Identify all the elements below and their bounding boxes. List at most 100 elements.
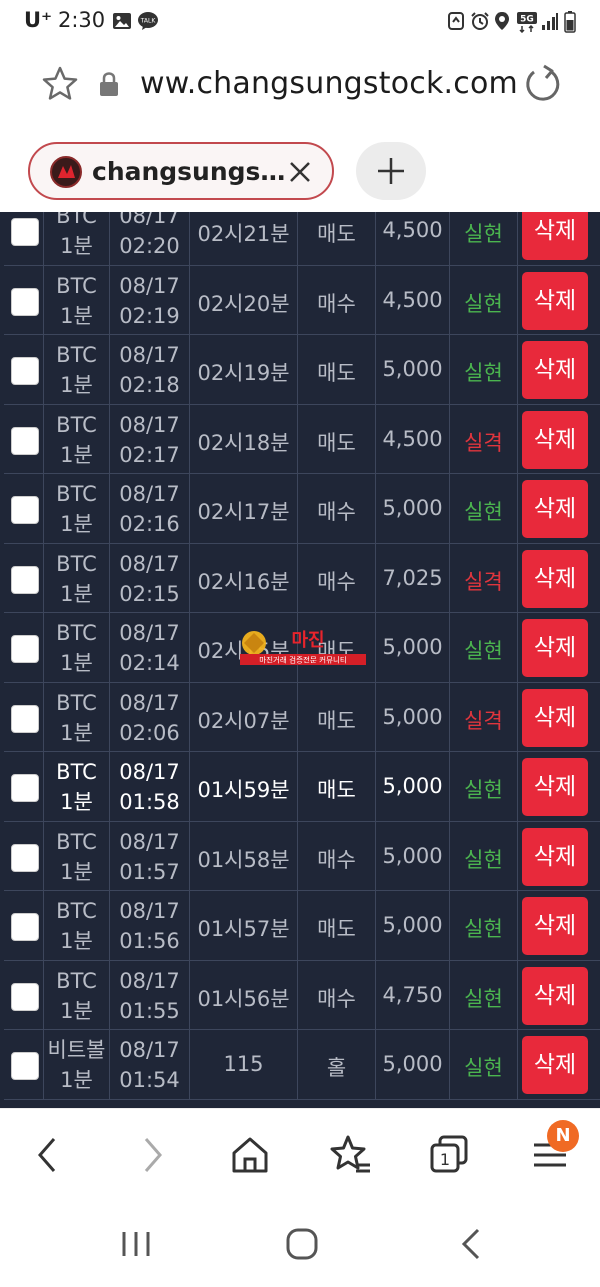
row-checkbox[interactable] xyxy=(11,496,39,524)
amount-value: 5,000 xyxy=(382,635,443,659)
bookmarks-icon[interactable] xyxy=(326,1131,374,1179)
svg-text:마진거래 검증전문 커뮤니티: 마진거래 검증전문 커뮤니티 xyxy=(259,655,347,665)
amount-cell: 4,500 xyxy=(376,265,450,335)
row-checkbox[interactable] xyxy=(11,913,39,941)
battery-icon xyxy=(564,11,576,33)
row-checkbox[interactable] xyxy=(11,843,39,872)
position-cell: 매수 xyxy=(298,543,376,613)
table-row: BTC 1분 08/17 02:19 02시20분 매수 4,500 실현 삭제 xyxy=(4,265,600,335)
result-label: 실현 xyxy=(464,986,503,1011)
amount-cell: 5,000 xyxy=(376,821,450,891)
delete-button[interactable]: 삭제 xyxy=(522,897,588,955)
position-label: 매도 xyxy=(317,222,356,246)
round-cell: 115 xyxy=(190,1030,298,1099)
table-row: BTC 1분 08/17 02:16 02시17분 매수 5,000 실현 삭제 xyxy=(4,474,600,544)
result-label: 실현 xyxy=(464,291,503,316)
coin-interval: 1분 xyxy=(60,512,93,536)
tabs-icon[interactable]: 1 xyxy=(426,1131,474,1179)
result-label: 실현 xyxy=(464,917,503,941)
delete-cell: 삭제 xyxy=(518,266,600,335)
delete-button[interactable]: 삭제 xyxy=(522,480,588,538)
delete-button[interactable]: 삭제 xyxy=(522,549,588,608)
history-table-area[interactable]: BTC 1분 08/17 02:20 02시21분 매도 4,500 실현 삭제 BTC 1분 08/… xyxy=(0,212,600,1108)
delete-button[interactable]: 삭제 xyxy=(522,410,588,469)
result-cell: 실현 xyxy=(450,212,518,265)
result-label: 실격 xyxy=(464,708,503,733)
amount-value: 5,000 xyxy=(382,843,443,868)
round-label: 02시16분 xyxy=(197,569,290,594)
position-cell: 매수 xyxy=(298,265,376,335)
url-text[interactable]: ww.changsungstock.com xyxy=(140,66,518,101)
delete-button[interactable]: 삭제 xyxy=(522,271,588,330)
coin-name: BTC xyxy=(56,273,97,298)
round-label: 02시07분 xyxy=(197,708,290,733)
position-cell: 매도 xyxy=(298,335,376,404)
coin-name: BTC xyxy=(56,621,97,645)
coin-interval: 1분 xyxy=(60,998,93,1023)
delete-button[interactable]: 삭제 xyxy=(522,827,588,886)
amount-value: 4,750 xyxy=(382,982,443,1007)
coin-cell: BTC 1분 xyxy=(44,212,110,265)
position-cell: 매도 xyxy=(298,404,376,474)
system-back-icon[interactable] xyxy=(452,1224,492,1264)
position-label: 매수 xyxy=(317,569,356,594)
round-label: 02시20분 xyxy=(197,291,290,316)
amount-value: 5,000 xyxy=(382,704,443,729)
delete-button[interactable]: 삭제 xyxy=(522,688,588,747)
bookmark-star-icon[interactable] xyxy=(40,64,80,104)
row-checkbox[interactable] xyxy=(11,635,39,663)
row-checkbox[interactable] xyxy=(11,287,39,316)
table-row: BTC 1분 08/17 02:20 02시21분 매도 4,500 실현 삭제 xyxy=(4,212,600,266)
coin-name: BTC xyxy=(56,760,97,784)
coin-cell: 비트볼 1분 xyxy=(44,1030,110,1099)
delete-cell: 삭제 xyxy=(518,613,600,682)
row-checkbox[interactable] xyxy=(11,565,39,594)
delete-button[interactable]: 삭제 xyxy=(522,758,588,816)
trade-time: 01:54 xyxy=(119,1068,180,1092)
select-cell xyxy=(4,474,44,543)
amount-cell: 4,750 xyxy=(376,960,450,1030)
back-icon[interactable] xyxy=(24,1131,72,1179)
row-checkbox[interactable] xyxy=(11,704,39,733)
datetime-cell: 08/17 02:18 xyxy=(110,335,190,404)
delete-cell: 삭제 xyxy=(518,891,600,960)
recent-apps-icon[interactable] xyxy=(116,1224,156,1264)
select-cell xyxy=(4,821,44,891)
new-tab-button[interactable] xyxy=(356,142,426,200)
trade-date: 08/17 xyxy=(119,968,180,993)
delete-button[interactable]: 삭제 xyxy=(522,966,588,1025)
close-tab-icon[interactable] xyxy=(288,160,312,184)
reload-icon[interactable] xyxy=(520,62,564,106)
row-checkbox[interactable] xyxy=(11,357,39,385)
home-icon[interactable] xyxy=(226,1131,274,1179)
row-checkbox[interactable] xyxy=(11,426,39,455)
round-label: 115 xyxy=(223,1052,264,1076)
row-checkbox[interactable] xyxy=(11,1052,39,1080)
forward-icon[interactable] xyxy=(128,1131,176,1179)
plus-icon xyxy=(378,158,404,184)
row-checkbox[interactable] xyxy=(11,774,39,802)
delete-button[interactable]: 삭제 xyxy=(522,1036,588,1094)
table-row: BTC 1분 08/17 01:56 01시57분 매도 5,000 실현 삭제 xyxy=(4,891,600,961)
result-label: 실현 xyxy=(464,847,503,872)
status-time: 2:30 xyxy=(58,8,106,32)
row-checkbox[interactable] xyxy=(11,218,39,246)
round-cell: 01시57분 xyxy=(190,891,298,960)
active-tab[interactable]: changsungs… xyxy=(28,142,334,200)
trade-date: 08/17 xyxy=(119,551,180,576)
delete-button[interactable]: 삭제 xyxy=(522,341,588,399)
coin-interval: 1분 xyxy=(60,720,93,745)
round-label: 01시56분 xyxy=(197,986,290,1011)
position-label: 매수 xyxy=(317,986,356,1011)
delete-button[interactable]: 삭제 xyxy=(522,212,588,260)
amount-cell: 5,000 xyxy=(376,335,450,404)
select-cell xyxy=(4,960,44,1030)
coin-interval: 1분 xyxy=(60,790,93,814)
home-button-icon[interactable] xyxy=(282,1224,322,1264)
delete-button[interactable]: 삭제 xyxy=(522,619,588,677)
table-row: BTC 1분 08/17 01:57 01시58분 매수 5,000 실현 삭제 xyxy=(4,821,600,891)
row-checkbox[interactable] xyxy=(11,982,39,1011)
amount-value: 5,000 xyxy=(382,496,443,520)
datetime-cell: 08/17 02:06 xyxy=(110,682,190,752)
position-label: 매수 xyxy=(317,847,356,872)
